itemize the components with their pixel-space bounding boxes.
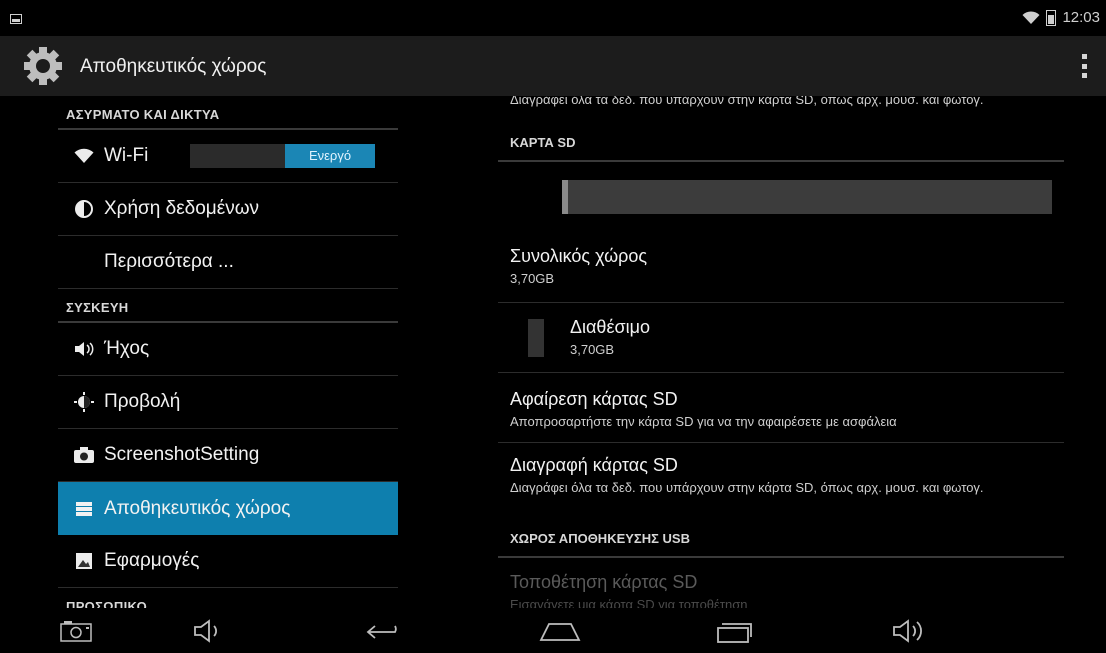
unmount-sd-row[interactable]: Αφαίρεση κάρτας SD Αποπροσαρτήστε την κά… (498, 373, 1064, 443)
sidebar-item-wifi[interactable]: Wi-Fi Ενεργό (58, 130, 398, 183)
available-color-swatch (528, 319, 544, 357)
display-icon (72, 390, 96, 414)
recents-icon[interactable] (714, 616, 754, 646)
unmount-sd-title: Αφαίρεση κάρτας SD (510, 389, 678, 409)
action-bar: Αποθηκευτικός χώρος (0, 36, 1106, 97)
wifi-icon (72, 144, 96, 168)
wifi-signal-icon (1022, 10, 1040, 24)
sidebar-item-label: Εφαρμογές (104, 550, 200, 571)
more-vertical-icon[interactable] (1082, 54, 1088, 78)
section-header-device: ΣΥΣΚΕΥΗ (58, 289, 398, 323)
sidebar-item-apps[interactable]: Εφαρμογές (58, 535, 398, 588)
status-indicators: 12:03 (1022, 9, 1100, 26)
settings-categories-list[interactable]: ΑΣΥΡΜΑΤΟ ΚΑΙ ΔΙΚΤΥΑ Wi-Fi Ενεργό Χρήση δ… (58, 96, 398, 608)
total-space-title: Συνολικός χώρος (510, 246, 648, 266)
home-icon[interactable] (537, 616, 583, 646)
sidebar-item-screenshot-setting[interactable]: ScreenshotSetting (58, 429, 398, 482)
sidebar-item-label: Αποθηκευτικός χώρος (104, 497, 291, 519)
section-header-sd-card: ΚΑΡΤΑ SD (498, 128, 1064, 162)
section-header-usb-storage: ΧΩΡΟΣ ΑΠΟΘΗΚΕΥΣΗΣ USB (498, 524, 1064, 558)
sidebar-item-more[interactable]: Περισσότερα ... (58, 236, 398, 289)
notification-image-icon (10, 14, 22, 24)
erase-sd-row[interactable]: Διαγραφή κάρτας SD Διαγράφει όλα τα δεδ.… (498, 443, 1064, 519)
sidebar-item-label: Προβολή (104, 391, 181, 412)
apps-icon (72, 549, 96, 573)
mount-sd-row: Τοποθέτηση κάρτας SD Εισαγάγετε μια κάρτ… (498, 572, 1064, 608)
erase-sd-title: Διαγραφή κάρτας SD (510, 455, 678, 475)
sidebar-item-display[interactable]: Προβολή (58, 376, 398, 429)
navigation-bar (0, 608, 1106, 653)
available-space-row: Διαθέσιμο 3,70GB (498, 303, 1064, 373)
screenshot-icon[interactable] (58, 616, 94, 646)
available-space-title: Διαθέσιμο (570, 317, 650, 337)
sidebar-item-label: Περισσότερα ... (104, 251, 234, 272)
wifi-toggle-on-label: Ενεργό (285, 144, 375, 168)
sidebar-item-label: ScreenshotSetting (104, 444, 260, 465)
mount-sd-subtitle: Εισαγάγετε μια κάρτα SD για τοποθέτηση (510, 597, 748, 608)
total-space-row: Συνολικός χώρος 3,70GB (498, 246, 1064, 303)
storage-usage-bar (562, 180, 1052, 214)
page-title: Αποθηκευτικός χώρος (80, 56, 267, 77)
volume-down-icon[interactable] (190, 616, 226, 646)
sidebar-item-sound[interactable]: Ήχος (58, 323, 398, 376)
status-time: 12:03 (1062, 9, 1100, 26)
section-header-wireless: ΑΣΥΡΜΑΤΟ ΚΑΙ ΔΙΚΤΥΑ (58, 96, 398, 130)
data-usage-icon (72, 197, 96, 221)
storage-icon (72, 497, 96, 521)
mount-sd-title: Τοποθέτηση κάρτας SD (510, 572, 698, 592)
section-header-personal: ΠΡΟΣΩΠΙΚΟ (58, 588, 398, 608)
erase-sd-summary-partial: Διαγράφει όλα τα δεδ. που υπάρχουν στην … (510, 96, 984, 107)
sidebar-item-label: Ήχος (104, 338, 150, 359)
sidebar-item-storage[interactable]: Αποθηκευτικός χώρος (58, 482, 398, 535)
settings-gear-icon[interactable] (22, 45, 64, 87)
wifi-toggle[interactable]: Ενεργό (190, 144, 375, 168)
total-space-value: 3,70GB (510, 271, 555, 286)
status-bar: 12:03 (0, 0, 1106, 36)
sidebar-item-label: Χρήση δεδομένων (104, 198, 260, 219)
volume-up-icon[interactable] (890, 616, 930, 646)
storage-usage-fill (562, 180, 568, 214)
storage-details-panel[interactable]: Διαγράφει όλα τα δεδ. που υπάρχουν στην … (498, 96, 1064, 608)
available-space-value: 3,70GB (570, 342, 615, 357)
sidebar-item-data-usage[interactable]: Χρήση δεδομένων (58, 183, 398, 236)
sound-icon (72, 337, 96, 361)
unmount-sd-subtitle: Αποπροσαρτήστε την κάρτα SD για να την α… (510, 414, 897, 429)
erase-sd-subtitle: Διαγράφει όλα τα δεδ. που υπάρχουν στην … (510, 480, 984, 495)
back-icon[interactable] (364, 616, 406, 646)
battery-icon (1046, 9, 1057, 26)
sidebar-item-label: Wi-Fi (104, 145, 149, 166)
camera-icon (72, 443, 96, 467)
